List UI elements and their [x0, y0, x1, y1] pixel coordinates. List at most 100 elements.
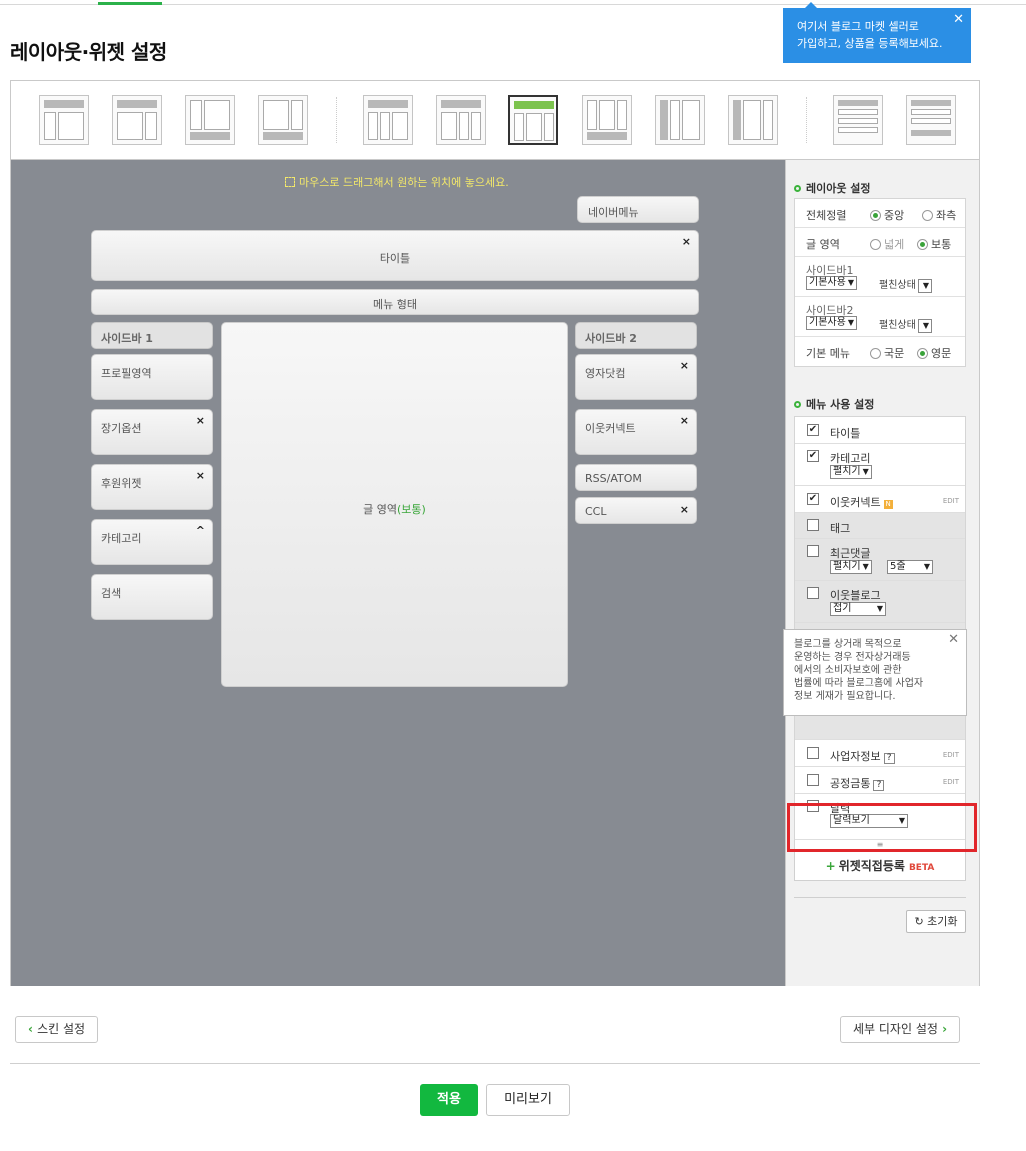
checkbox[interactable]: ✔: [807, 424, 819, 436]
widget-register-button[interactable]: + 위젯직접등록 BETA: [794, 851, 966, 881]
widget-title[interactable]: 타이틀 ×: [91, 230, 699, 281]
checkbox[interactable]: ✔: [807, 450, 819, 462]
preview-button[interactable]: 미리보기: [486, 1084, 570, 1116]
menu-item-donation[interactable]: 공정금통? EDIT: [795, 767, 965, 794]
sidebar1-usage-select[interactable]: 기본사용 ▼: [806, 276, 857, 290]
post-wide-radio[interactable]: 넓게: [870, 236, 904, 252]
highlight-box: [787, 803, 977, 852]
widget-category[interactable]: 카테고리 ^: [91, 519, 213, 565]
sidebar2-state-select[interactable]: 펼친상태 ▼: [879, 316, 932, 333]
recent-comments-expand-select[interactable]: 펼치기 ▼: [830, 560, 872, 574]
basic-menu-row: 기본 메뉴 국문 영문: [806, 345, 952, 361]
refresh-icon: ↻: [914, 915, 928, 928]
layout-template-12[interactable]: [906, 95, 956, 145]
close-icon[interactable]: ×: [196, 414, 205, 427]
widget-rss[interactable]: RSS/ATOM: [575, 464, 697, 491]
layout-template-6[interactable]: [436, 95, 486, 145]
align-left-radio[interactable]: 좌측: [922, 207, 956, 223]
layout-template-7-selected[interactable]: [508, 95, 558, 145]
close-icon[interactable]: ✕: [953, 11, 964, 28]
detail-design-button[interactable]: 세부 디자인 설정 ›: [840, 1016, 961, 1043]
layout-template-3[interactable]: [185, 95, 235, 145]
post-area[interactable]: 글 영역(보통): [221, 322, 568, 687]
edit-link[interactable]: EDIT: [943, 497, 959, 505]
active-tab-indicator: [98, 2, 162, 5]
close-icon[interactable]: ×: [680, 359, 689, 372]
layout-template-4[interactable]: [258, 95, 308, 145]
checkbox[interactable]: [807, 747, 819, 759]
layout-template-9[interactable]: [655, 95, 705, 145]
menu-item-business-info[interactable]: 사업자정보? EDIT: [795, 740, 965, 767]
close-icon[interactable]: ×: [680, 414, 689, 427]
menu-item-neighbor-connect[interactable]: ✔ 이웃커넥트 N EDIT: [795, 486, 965, 513]
checkbox[interactable]: [807, 587, 819, 599]
edit-link[interactable]: EDIT: [943, 778, 959, 786]
skin-settings-button[interactable]: ‹ 스킨 설정: [15, 1016, 99, 1043]
notice-line-2: 가입하고, 상품을 등록해보세요.: [797, 37, 943, 50]
close-icon[interactable]: ×: [196, 469, 205, 482]
menu-item-category[interactable]: ✔ 카테고리 펼치기 ▼: [795, 444, 965, 486]
chevron-up-icon[interactable]: ^: [196, 524, 205, 537]
checkbox[interactable]: [807, 519, 819, 531]
recent-comments-lines-select[interactable]: 5줄 ▼: [887, 560, 933, 574]
widget-navermenu[interactable]: 네이버메뉴: [577, 196, 699, 223]
layout-template-5[interactable]: [363, 95, 413, 145]
sidebar2-row: 사이드바2 기본사용 ▼ 펼친상태 ▼: [795, 297, 965, 337]
category-expand-select[interactable]: 펼치기 ▼: [830, 465, 872, 479]
checkbox[interactable]: [807, 774, 819, 786]
close-icon[interactable]: ✕: [948, 633, 959, 646]
help-icon[interactable]: ?: [883, 753, 895, 764]
reset-button[interactable]: ↻ 초기화: [906, 910, 966, 933]
chevron-right-icon: ›: [937, 1022, 948, 1036]
layout-template-2[interactable]: [112, 95, 162, 145]
post-area-mode[interactable]: (보통): [397, 503, 426, 516]
new-badge: N: [883, 500, 893, 509]
footer-divider: [10, 1063, 980, 1064]
neighbor-blog-fold-select[interactable]: 접기 ▼: [830, 602, 886, 616]
sidebar1-header[interactable]: 사이드바 1: [91, 322, 213, 349]
widget-yeongja[interactable]: 영자닷컴 ×: [575, 354, 697, 400]
layout-settings-title: 레이아웃 설정: [794, 180, 871, 196]
widget-neighbor-connect[interactable]: 이웃커넥트 ×: [575, 409, 697, 455]
align-center-radio[interactable]: 중앙: [870, 207, 904, 223]
template-divider: [336, 97, 337, 143]
layout-template-10[interactable]: [728, 95, 778, 145]
menu-item-tag[interactable]: 태그: [795, 513, 965, 539]
layout-template-8[interactable]: [582, 95, 632, 145]
widget-long-option[interactable]: 장기옵션 ×: [91, 409, 213, 455]
menu-english-radio[interactable]: 영문: [917, 345, 951, 361]
edit-link[interactable]: EDIT: [943, 751, 959, 759]
widget-sponsor[interactable]: 후원위젯 ×: [91, 464, 213, 510]
menu-korean-radio[interactable]: 국문: [870, 345, 904, 361]
close-icon[interactable]: ×: [680, 503, 689, 516]
close-icon[interactable]: ×: [682, 235, 691, 248]
layout-template-11[interactable]: [833, 95, 883, 145]
menu-item-title[interactable]: ✔ 타이틀: [795, 417, 965, 444]
chevron-left-icon: ‹: [28, 1022, 38, 1036]
page-title: 레이아웃·위젯 설정: [10, 40, 167, 64]
drag-cursor-icon: [285, 177, 295, 187]
sidebar1-state-select[interactable]: 펼친상태 ▼: [879, 276, 932, 293]
sidebar2-header[interactable]: 사이드바 2: [575, 322, 697, 349]
checkbox[interactable]: [807, 545, 819, 557]
checkbox[interactable]: ✔: [807, 493, 819, 505]
drag-hint: 마우스로 드래그해서 원하는 위치에 놓으세요.: [285, 174, 509, 190]
widget-menu-form[interactable]: 메뉴 형태: [91, 289, 699, 315]
help-icon[interactable]: ?: [873, 780, 885, 791]
menu-item-neighbor-blog[interactable]: 이웃블로그 접기 ▼: [795, 581, 965, 623]
template-divider: [806, 97, 807, 143]
apply-button[interactable]: 적용: [420, 1084, 478, 1116]
layout-template-strip: [11, 81, 979, 160]
widget-ccl[interactable]: CCL ×: [575, 497, 697, 524]
panel-divider: [794, 897, 966, 898]
align-row: 전체정렬 중앙 좌측: [795, 199, 965, 228]
layout-template-1[interactable]: [39, 95, 89, 145]
widget-profile[interactable]: 프로필영역: [91, 354, 213, 400]
post-normal-radio[interactable]: 보통: [917, 236, 951, 252]
sidebar2-usage-select[interactable]: 기본사용 ▼: [806, 316, 857, 330]
sidebar1-row: 사이드바1 기본사용 ▼ 펼친상태 ▼: [795, 257, 965, 297]
menu-item-recent-comments[interactable]: 최근댓글 펼치기 ▼ 5줄 ▼: [795, 539, 965, 581]
settings-panel: 레이아웃 설정 전체정렬 중앙 좌측 글 영역 넓게 보통 사이드바1 기본사용…: [785, 160, 979, 986]
layout-settings-table: 전체정렬 중앙 좌측 글 영역 넓게 보통 사이드바1 기본사용 ▼ 펼친상태 ▼ …: [794, 198, 966, 367]
widget-search[interactable]: 검색: [91, 574, 213, 620]
